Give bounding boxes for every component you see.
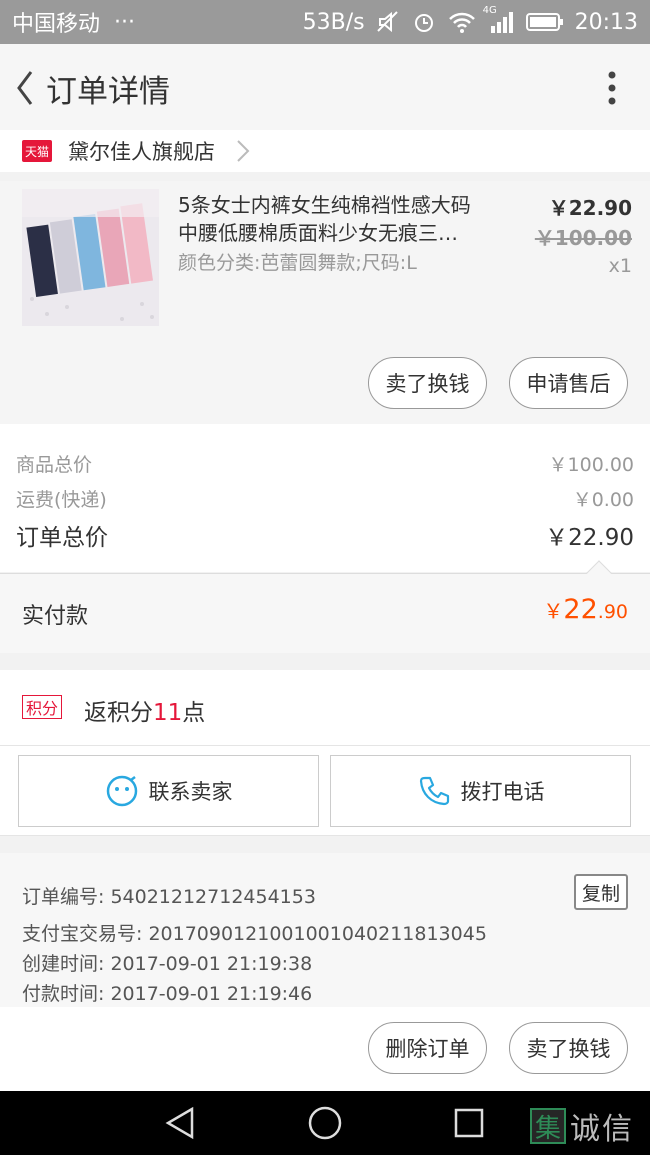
order-totals: 商品总价 ￥100.00 运费(快递) ￥0.00 订单总价 ￥22.90 bbox=[0, 424, 650, 572]
paid-amount-row: 实付款 ￥22.90 bbox=[0, 560, 650, 653]
points-count: 11 bbox=[153, 700, 183, 726]
back-arrow-icon bbox=[17, 71, 33, 105]
triangle-back-icon bbox=[165, 1106, 194, 1140]
product-title-line1: 5条女士内裤女生纯棉裆性感大码 bbox=[178, 193, 471, 217]
sell-button-bottom[interactable]: 卖了换钱 bbox=[509, 1022, 628, 1074]
call-phone-label: 拨打电话 bbox=[460, 780, 545, 804]
paid-time: 付款时间: 2017-09-01 21:19:46 bbox=[22, 983, 313, 1005]
order-total-value: ￥22.90 bbox=[545, 525, 634, 551]
title-bar: 订单详情 bbox=[0, 44, 650, 132]
watermark-glyph: 集 bbox=[530, 1108, 566, 1144]
battery-icon bbox=[525, 9, 565, 35]
delete-order-button[interactable]: 删除订单 bbox=[368, 1022, 487, 1074]
wifi-icon bbox=[447, 9, 475, 35]
nav-recents-button[interactable] bbox=[451, 1105, 487, 1141]
mute-icon bbox=[375, 9, 401, 35]
watermark-logo: 集 诚信 bbox=[530, 1104, 634, 1148]
paid-integer: 22 bbox=[563, 594, 598, 625]
phone-icon bbox=[419, 776, 449, 806]
goods-total-row: 商品总价 ￥100.00 bbox=[16, 450, 634, 477]
product-image[interactable] bbox=[22, 189, 159, 326]
goods-total-value: ￥100.00 bbox=[548, 454, 634, 476]
contact-row: 联系卖家 拨打电话 bbox=[0, 746, 650, 836]
bottom-actions: 删除订单 卖了换钱 bbox=[0, 1007, 650, 1091]
page-title: 订单详情 bbox=[46, 73, 170, 110]
network-speed: 53B/s bbox=[302, 9, 365, 35]
network-type: 4G bbox=[482, 5, 497, 16]
order-number: 订单编号: 54021212712454153 bbox=[22, 886, 316, 908]
chat-smiley-icon bbox=[106, 775, 137, 807]
product-title-line2: 中腰低腰棉质面料少女无痕三… bbox=[178, 221, 458, 245]
shop-row[interactable]: 天猫 黛尔佳人旗舰店 bbox=[0, 130, 650, 172]
aftersale-button[interactable]: 申请售后 bbox=[509, 357, 628, 409]
signal-icon: 4G bbox=[483, 5, 515, 35]
more-button[interactable] bbox=[600, 66, 624, 110]
points-prefix: 返积分 bbox=[84, 700, 153, 726]
product-original-price: ￥100.00 bbox=[534, 226, 632, 250]
order-total-row: 订单总价 ￥22.90 bbox=[16, 518, 634, 552]
contact-seller-label: 联系卖家 bbox=[148, 780, 233, 804]
product-price: ￥22.90 bbox=[548, 196, 632, 220]
sell-button[interactable]: 卖了换钱 bbox=[368, 357, 487, 409]
call-phone-button[interactable]: 拨打电话 bbox=[330, 755, 631, 827]
paid-label: 实付款 bbox=[22, 604, 89, 629]
points-text: 返积分11点 bbox=[84, 693, 205, 727]
square-recents-icon bbox=[454, 1108, 484, 1138]
order-total-label: 订单总价 bbox=[16, 525, 108, 551]
shipping-row: 运费(快递) ￥0.00 bbox=[16, 485, 634, 512]
tmall-badge: 天猫 bbox=[22, 140, 52, 162]
product-spec: 颜色分类:芭蕾圆舞款;尺码:L bbox=[178, 252, 417, 274]
paid-currency: ￥ bbox=[543, 599, 564, 623]
notification-dots: ··· bbox=[114, 9, 135, 35]
product-title[interactable]: 5条女士内裤女生纯棉裆性感大码 中腰低腰棉质面料少女无痕三… bbox=[178, 191, 503, 247]
watermark-text: 诚信 bbox=[570, 1112, 634, 1147]
goods-total-label: 商品总价 bbox=[16, 454, 93, 476]
carrier-label: 中国移动 bbox=[12, 12, 101, 37]
nav-back-button[interactable] bbox=[162, 1105, 198, 1141]
circle-home-icon bbox=[308, 1106, 342, 1140]
alarm-icon bbox=[411, 9, 437, 35]
clock: 20:13 bbox=[574, 9, 638, 35]
created-time: 创建时间: 2017-09-01 21:19:38 bbox=[22, 953, 313, 975]
shop-name[interactable]: 黛尔佳人旗舰店 bbox=[68, 136, 215, 166]
copy-button[interactable]: 复制 bbox=[574, 874, 628, 910]
more-vertical-icon bbox=[608, 71, 616, 105]
back-button[interactable] bbox=[4, 58, 46, 118]
shipping-value: ￥0.00 bbox=[572, 489, 634, 511]
product-item[interactable]: 5条女士内裤女生纯棉裆性感大码 中腰低腰棉质面料少女无痕三… 颜色分类:芭蕾圆舞… bbox=[0, 181, 650, 424]
order-info: 订单编号: 54021212712454153 支付宝交易号: 20170901… bbox=[0, 853, 650, 1008]
points-suffix: 点 bbox=[182, 700, 206, 726]
contact-seller-button[interactable]: 联系卖家 bbox=[18, 755, 319, 827]
alipay-trade-number: 支付宝交易号: 2017090121001001040211813045 bbox=[22, 923, 487, 945]
chevron-right-icon bbox=[237, 140, 250, 162]
paid-decimal: .90 bbox=[597, 601, 628, 623]
shipping-label: 运费(快递) bbox=[16, 489, 107, 511]
points-row: 积分 返积分11点 bbox=[0, 670, 650, 746]
product-quantity: x1 bbox=[608, 255, 632, 277]
status-bar: 中国移动 ··· 53B/s 4G 20:13 bbox=[0, 0, 650, 44]
nav-home-button[interactable] bbox=[307, 1105, 343, 1141]
points-tag: 积分 bbox=[22, 695, 63, 719]
paid-amount: ￥22.90 bbox=[543, 594, 628, 625]
